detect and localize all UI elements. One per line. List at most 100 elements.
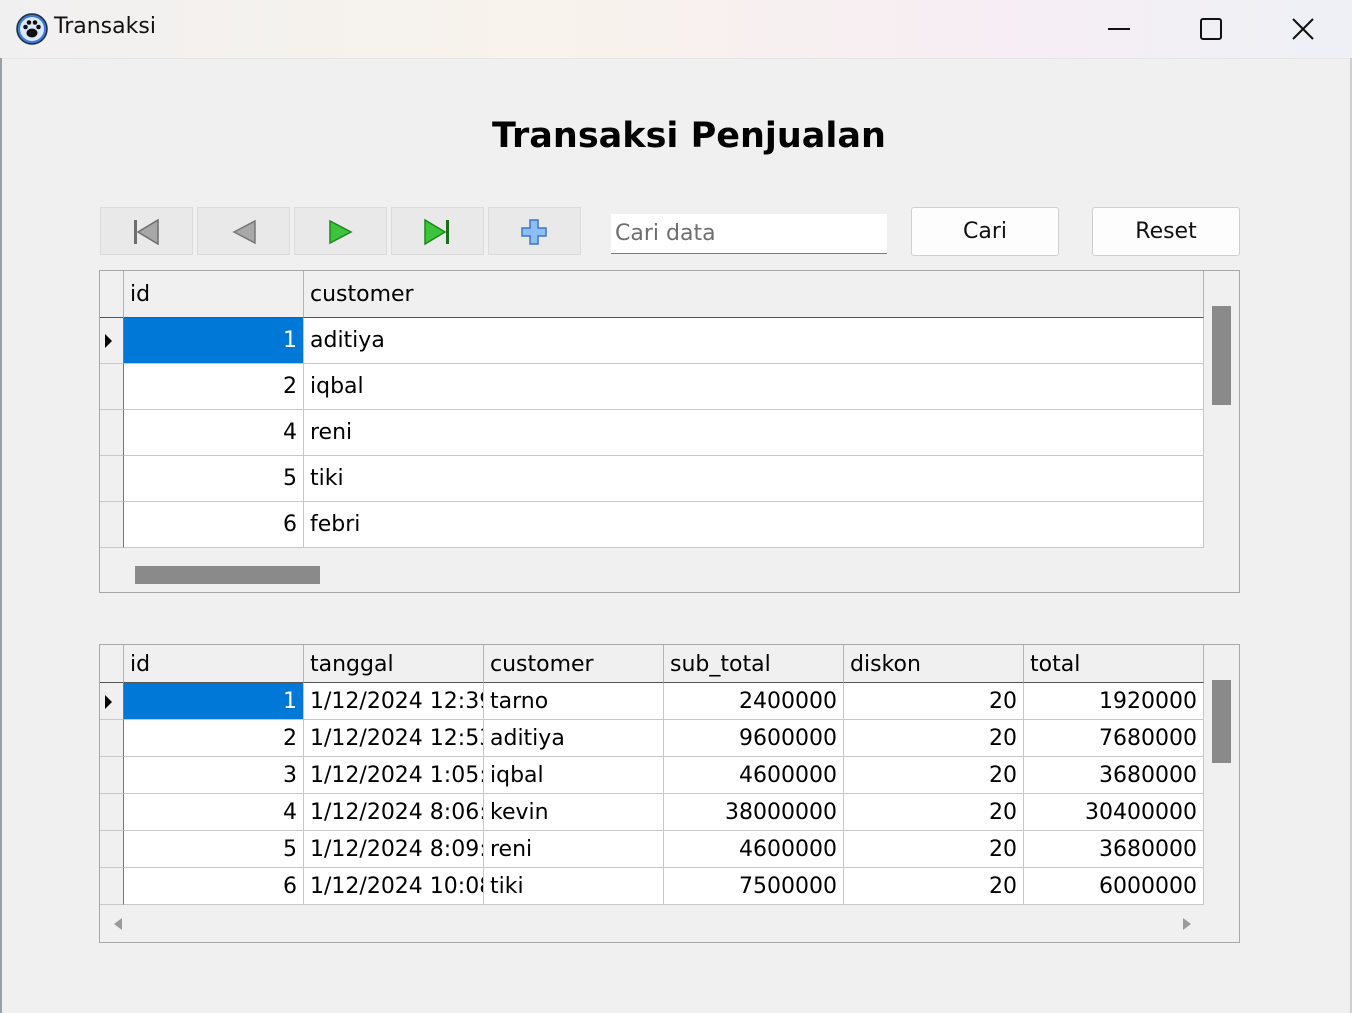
table-cell[interactable]: 20 (844, 868, 1024, 905)
title-bar: Transaksi (0, 0, 1352, 59)
table-cell[interactable]: febri (304, 502, 1204, 548)
table-cell[interactable]: 9600000 (664, 720, 844, 757)
table-cell[interactable]: 1 (124, 318, 304, 364)
table-cell[interactable]: 1920000 (1024, 683, 1204, 720)
column-header-id[interactable]: id (124, 645, 304, 683)
table-cell[interactable]: 3 (124, 757, 304, 794)
table-cell[interactable]: 1/12/2024 10:08 (304, 868, 484, 905)
table-cell[interactable]: iqbal (484, 757, 664, 794)
table-cell[interactable]: aditiya (484, 720, 664, 757)
cell-value: 30400000 (1085, 800, 1197, 825)
table-cell[interactable]: reni (304, 410, 1204, 456)
window-title: Transaksi (54, 14, 156, 39)
cell-value: 1/12/2024 12:53 (310, 726, 484, 751)
row-header[interactable] (100, 794, 124, 831)
cell-value: 1/12/2024 8:09: (310, 837, 484, 862)
table-cell[interactable]: 20 (844, 720, 1024, 757)
horizontal-scrollbar-thumb[interactable] (135, 566, 320, 584)
row-header[interactable] (100, 456, 124, 502)
table-cell[interactable]: 4600000 (664, 757, 844, 794)
next-record-button[interactable] (294, 207, 387, 255)
table-cell[interactable]: 4600000 (664, 831, 844, 868)
customer-table[interactable]: id customer 1 aditiya 2 iqbal 4 reni 5 tiki 6 febri (99, 270, 1240, 593)
transaction-table[interactable]: id tanggal customer sub_total diskon total 1 1/… (99, 644, 1240, 943)
scroll-right-icon[interactable] (1181, 917, 1193, 931)
search-button[interactable]: Cari (911, 207, 1059, 256)
maximize-button[interactable] (1165, 0, 1257, 58)
column-header-customer[interactable]: customer (484, 645, 664, 683)
table-cell[interactable]: 1/12/2024 12:53 (304, 720, 484, 757)
vertical-scrollbar-thumb[interactable] (1212, 306, 1231, 405)
column-header-customer[interactable]: customer (304, 271, 1204, 318)
table-cell[interactable]: 20 (844, 757, 1024, 794)
table-cell[interactable]: 20 (844, 794, 1024, 831)
table-cell[interactable]: 6000000 (1024, 868, 1204, 905)
table-cell[interactable]: 6 (124, 502, 304, 548)
table-cell[interactable]: 2 (124, 364, 304, 410)
reset-button[interactable]: Reset (1092, 207, 1240, 256)
table-cell[interactable]: 4 (124, 794, 304, 831)
minimize-button[interactable] (1073, 0, 1165, 58)
row-header[interactable] (100, 720, 124, 757)
cell-value: 4600000 (739, 763, 837, 788)
table-cell[interactable]: 2400000 (664, 683, 844, 720)
cell-value: aditiya (310, 328, 385, 353)
cell-value: 6000000 (1099, 874, 1197, 899)
row-header[interactable] (100, 502, 124, 548)
table-cell[interactable]: iqbal (304, 364, 1204, 410)
table-cell[interactable]: 1/12/2024 8:06: (304, 794, 484, 831)
add-record-button[interactable] (488, 207, 581, 255)
column-header-diskon[interactable]: diskon (844, 645, 1024, 683)
column-header-label: sub_total (670, 652, 771, 677)
next-record-icon (329, 219, 353, 245)
column-header-tanggal[interactable]: tanggal (304, 645, 484, 683)
row-header[interactable] (100, 364, 124, 410)
row-header[interactable] (100, 831, 124, 868)
table-cell[interactable]: kevin (484, 794, 664, 831)
last-record-button[interactable] (391, 207, 484, 255)
cell-value: 20 (989, 837, 1017, 862)
column-header-label: customer (310, 282, 414, 307)
table-cell[interactable]: 20 (844, 683, 1024, 720)
row-header[interactable] (100, 757, 124, 794)
column-header-id[interactable]: id (124, 271, 304, 318)
table-cell[interactable]: 3680000 (1024, 831, 1204, 868)
table-cell[interactable]: 1/12/2024 1:05: (304, 757, 484, 794)
table-cell[interactable]: 5 (124, 831, 304, 868)
table-cell[interactable]: 5 (124, 456, 304, 502)
table-cell[interactable]: 6 (124, 868, 304, 905)
table-cell[interactable]: 4 (124, 410, 304, 456)
column-header-sub-total[interactable]: sub_total (664, 645, 844, 683)
cell-value: 6 (283, 512, 297, 537)
table-cell[interactable]: 30400000 (1024, 794, 1204, 831)
table-cell[interactable]: 1 (124, 683, 304, 720)
vertical-scrollbar-thumb[interactable] (1212, 680, 1231, 763)
cell-value: 1 (283, 328, 297, 353)
row-header[interactable] (100, 318, 124, 364)
table-cell[interactable]: tiki (484, 868, 664, 905)
row-header[interactable] (100, 868, 124, 905)
table-cell[interactable]: tiki (304, 456, 1204, 502)
table-cell[interactable]: reni (484, 831, 664, 868)
previous-record-button[interactable] (197, 207, 290, 255)
table-cell[interactable]: 1/12/2024 12:39 (304, 683, 484, 720)
table-cell[interactable]: 2 (124, 720, 304, 757)
table-cell[interactable]: 20 (844, 831, 1024, 868)
table-cell[interactable]: 1/12/2024 8:09: (304, 831, 484, 868)
row-header[interactable] (100, 683, 124, 720)
first-record-button[interactable] (100, 207, 193, 255)
table-cell[interactable]: tarno (484, 683, 664, 720)
table-cell[interactable]: aditiya (304, 318, 1204, 364)
scroll-left-icon[interactable] (112, 917, 124, 931)
row-header[interactable] (100, 410, 124, 456)
page-title: Transaksi Penjualan (492, 116, 886, 156)
table-cell[interactable]: 7500000 (664, 868, 844, 905)
table-cell[interactable]: 7680000 (1024, 720, 1204, 757)
cell-value: 4 (283, 800, 297, 825)
table-cell[interactable]: 3680000 (1024, 757, 1204, 794)
column-header-label: tanggal (310, 652, 394, 677)
column-header-total[interactable]: total (1024, 645, 1204, 683)
table-cell[interactable]: 38000000 (664, 794, 844, 831)
search-input[interactable] (611, 214, 887, 254)
close-button[interactable] (1257, 0, 1349, 58)
